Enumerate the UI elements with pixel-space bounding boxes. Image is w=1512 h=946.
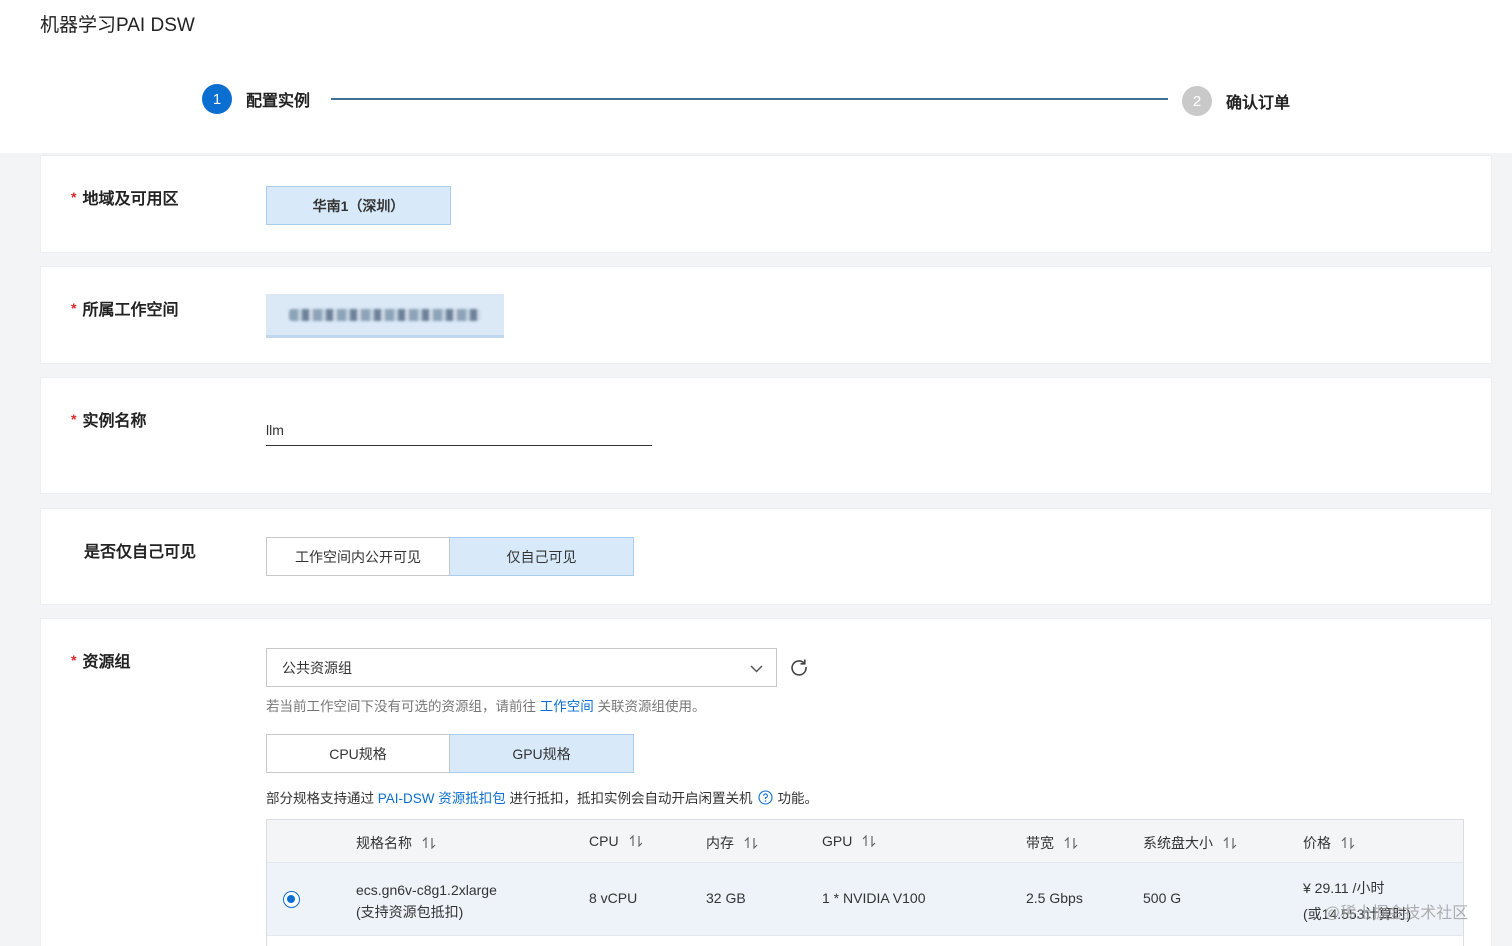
column-header-disk[interactable]: 系统盘大小 [1143,833,1237,853]
required-mark: * [71,652,77,668]
resource-package-link[interactable]: PAI-DSW 资源抵扣包 [378,787,506,807]
help-icon[interactable] [757,789,773,805]
instance-name-label: * 实例名称 [71,411,147,430]
visibility-option-private[interactable]: 仅自己可见 [450,537,634,576]
bandwidth-cell: 2.5 Gbps [1026,890,1083,906]
resource-group-selected: 公共资源组 [282,659,352,676]
step-1-label: 配置实例 [246,93,311,110]
step-1: 1 配置实例 [202,84,310,114]
memory-cell: 32 GB [706,890,746,906]
column-header-cpu[interactable]: CPU [589,833,643,849]
required-mark: * [71,300,77,316]
region-card: * 地域及可用区 华南1（深圳） [40,155,1492,253]
column-header-bandwidth[interactable]: 带宽 [1026,833,1078,853]
disk-cell: 500 G [1143,890,1182,906]
spec-info-line: 部分规格支持通过 PAI-DSW 资源抵扣包 进行抵扣，抵扣实例会自动开启闲置关… [266,787,818,807]
workspace-name-redacted [289,308,481,321]
visibility-option-public[interactable]: 工作空间内公开可见 [266,537,450,576]
workspace-link[interactable]: 工作空间 [540,699,594,714]
resource-group-select[interactable]: 公共资源组 [266,648,777,687]
step-1-number: 1 [202,84,232,114]
price-cell: ¥ 29.11 /小时 (或14.553计算时) [1303,880,1412,922]
region-label: * 地域及可用区 [71,189,179,208]
top-header: 机器学习PAI DSW 1 配置实例 2 确认订单 [0,0,1512,153]
visibility-toggle: 工作空间内公开可见 仅自己可见 [266,537,634,576]
workspace-card: * 所属工作空间 [40,266,1492,364]
spec-table: 规格名称 CPU 内存 GPU 带宽 系统盘大小 价格 ecs.gn6v-c8g… [266,819,1464,946]
column-header-memory[interactable]: 内存 [706,833,758,853]
visibility-card: 是否仅自己可见 工作空间内公开可见 仅自己可见 [40,508,1492,605]
column-header-gpu[interactable]: GPU [822,833,876,849]
required-mark: * [71,411,77,427]
step-2-label: 确认订单 [1226,95,1291,112]
resource-group-label: * 资源组 [71,652,131,671]
sort-icon [422,837,436,849]
required-mark: * [71,189,77,205]
spec-name-cell: ecs.gn6v-c8g1.2xlarge (支持资源包抵扣) [356,882,497,920]
sort-icon [1341,837,1355,849]
region-option[interactable]: 华南1（深圳） [266,186,451,225]
table-row[interactable]: ecs.gn6v-c8g1.2xlarge (支持资源包抵扣) 8 vCPU 3… [267,863,1463,936]
sort-icon [1064,837,1078,849]
resource-group-hint: 若当前工作空间下没有可选的资源组，请前往 工作空间 关联资源组使用。 [266,699,706,714]
spec-type-toggle: CPU规格 GPU规格 [266,734,634,773]
gpu-cell: 1 * NVIDIA V100 [822,890,926,906]
refresh-icon[interactable] [789,657,809,677]
instance-name-input[interactable] [266,414,652,446]
resource-group-card: * 资源组 公共资源组 若当前工作空间下没有可选的资源组，请前往 工作空间 关联资… [40,618,1492,946]
column-header-price[interactable]: 价格 [1303,833,1355,853]
row-radio-selected[interactable] [283,891,300,908]
step-2: 2 确认订单 [1182,86,1290,116]
sort-icon [1223,837,1237,849]
step-2-number: 2 [1182,86,1212,116]
app-title: 机器学习PAI DSW [40,15,195,36]
sort-icon [862,835,876,847]
cpu-cell: 8 vCPU [589,890,638,906]
sort-icon [629,835,642,847]
workspace-selector[interactable] [266,294,504,338]
spec-tab-gpu[interactable]: GPU规格 [450,734,634,773]
table-header: 规格名称 CPU 内存 GPU 带宽 系统盘大小 价格 [267,820,1463,863]
column-header-name[interactable]: 规格名称 [356,833,436,853]
sort-icon [744,837,758,849]
visibility-label: 是否仅自己可见 [84,544,197,561]
step-connector [331,98,1168,100]
chevron-down-icon [750,665,763,673]
workspace-label: * 所属工作空间 [71,300,179,319]
instance-name-card: * 实例名称 [40,377,1492,494]
spec-tab-cpu[interactable]: CPU规格 [266,734,450,773]
